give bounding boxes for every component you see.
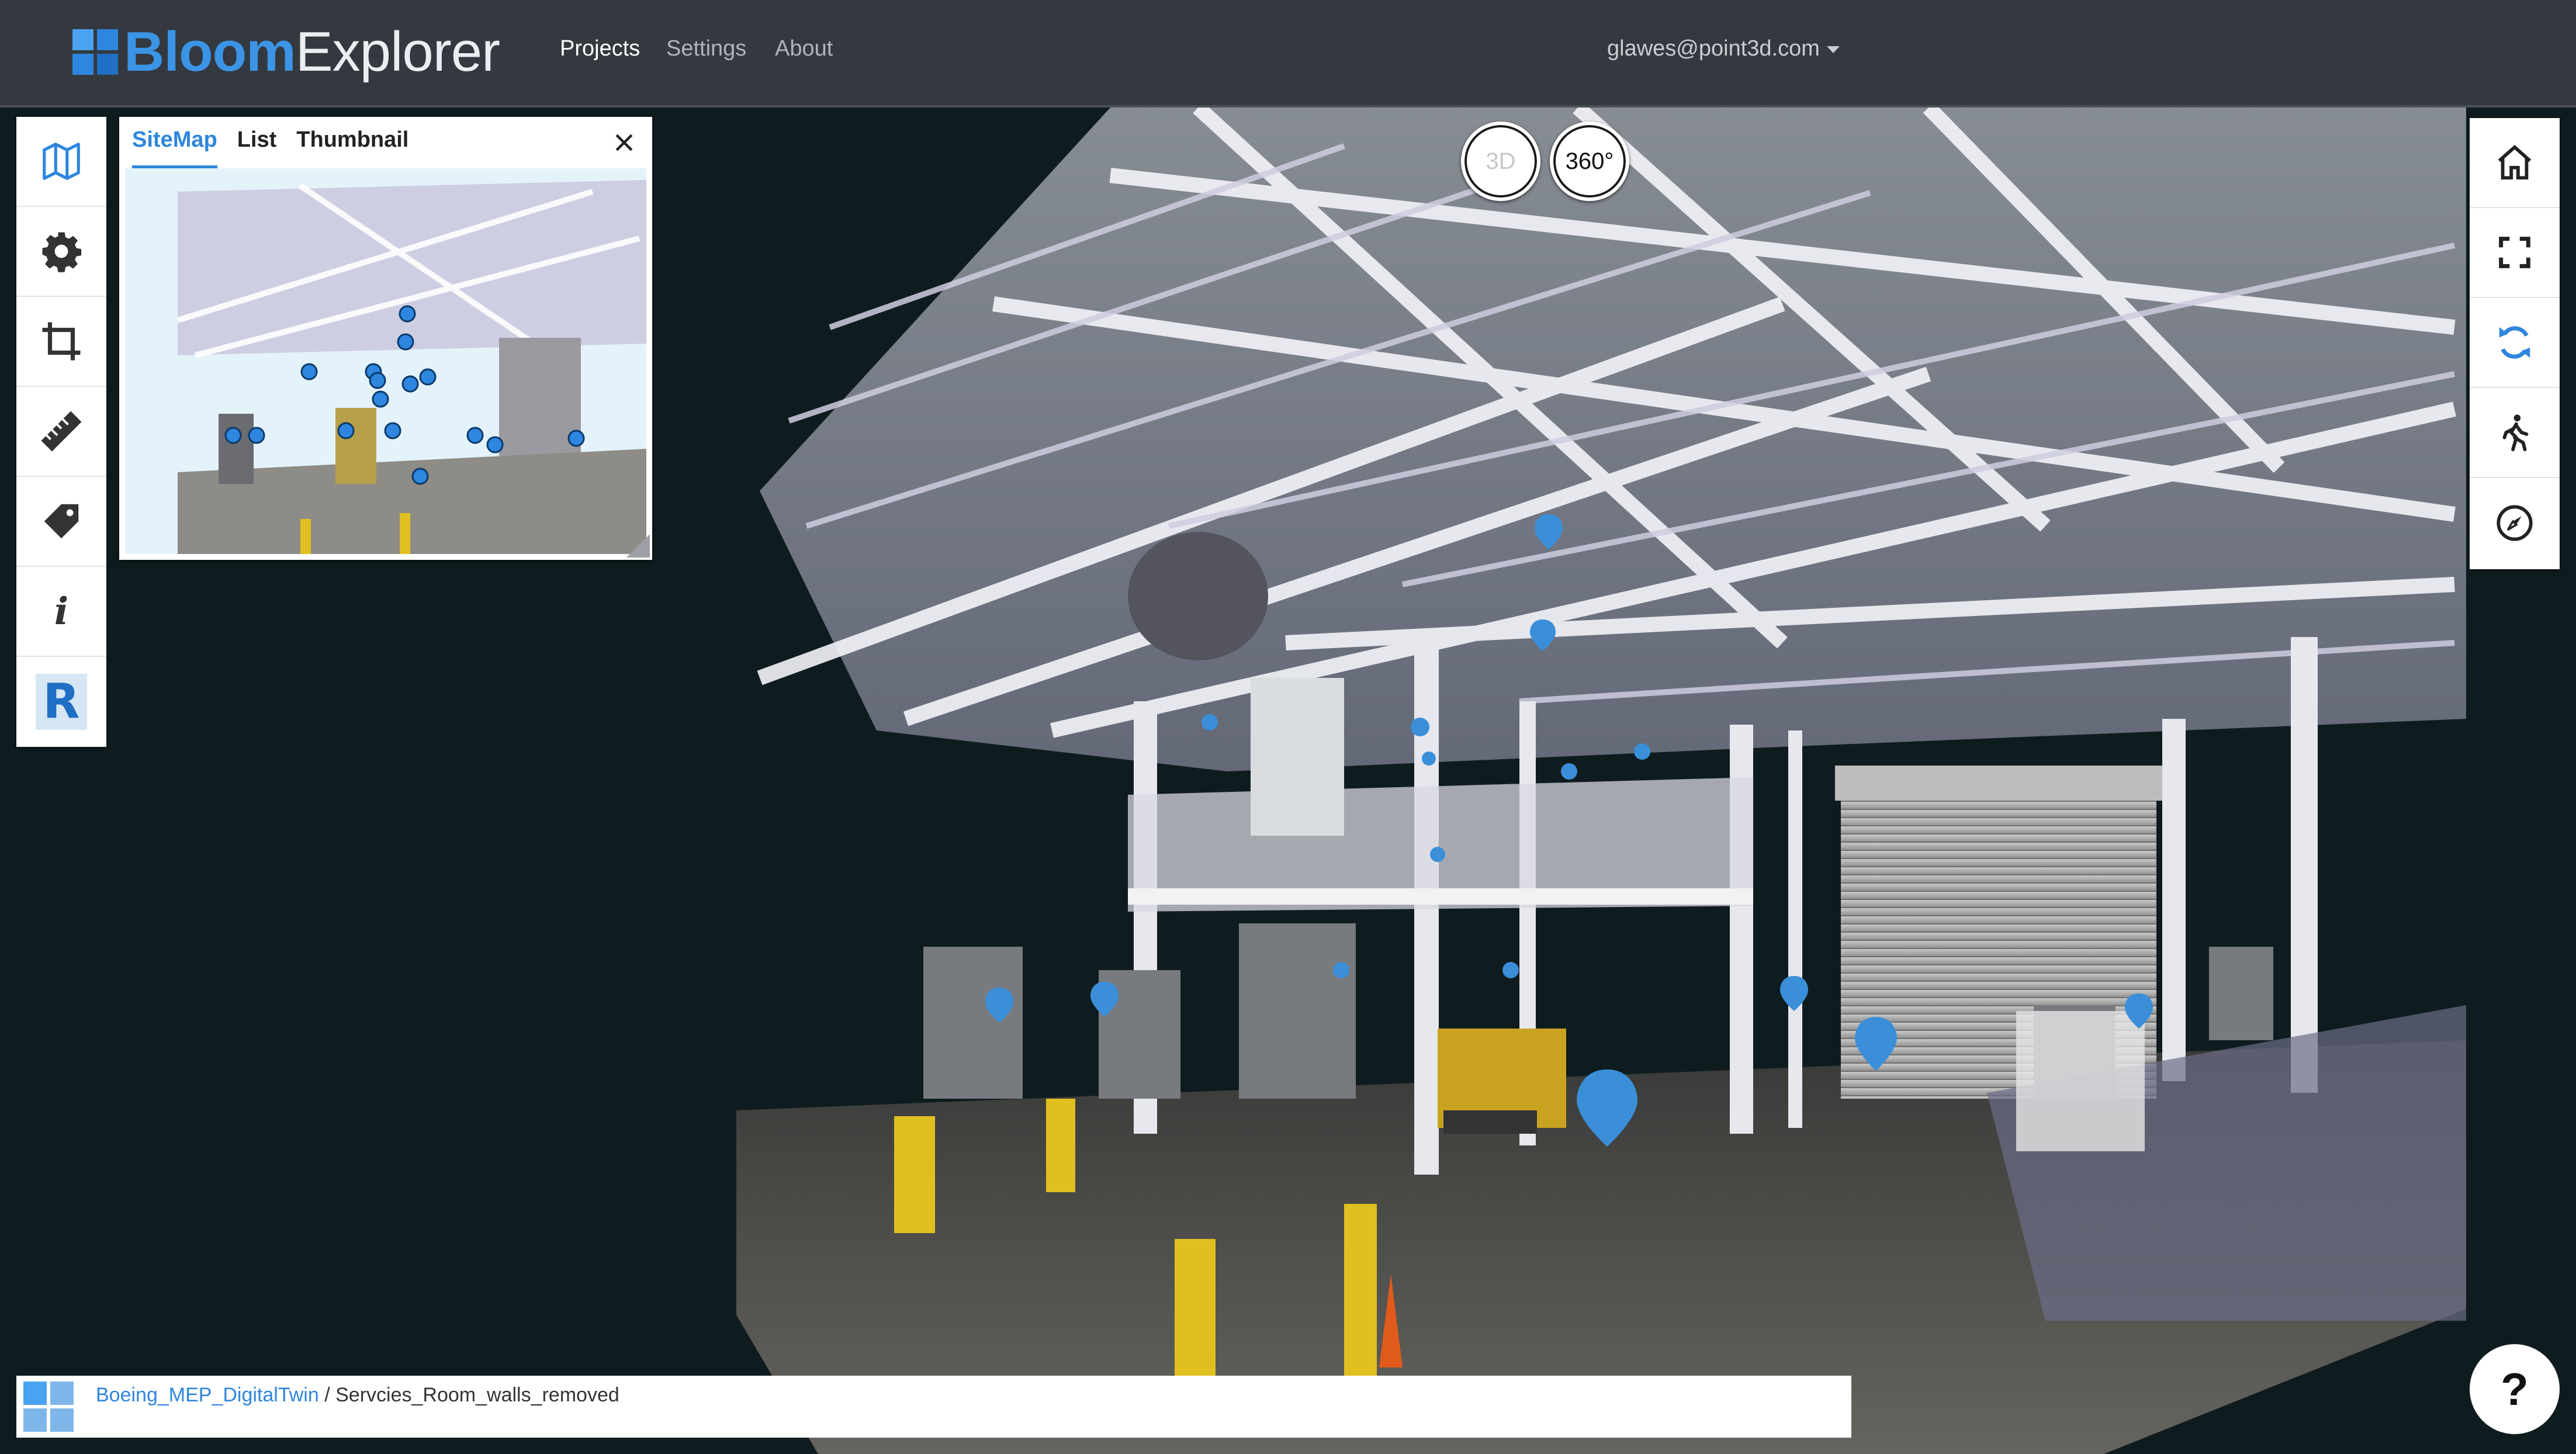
logo-mark-icon xyxy=(72,29,118,75)
crop-tool-button[interactable] xyxy=(16,297,106,387)
resize-grip-icon[interactable] xyxy=(626,534,650,558)
gear-icon xyxy=(42,232,82,272)
right-toolbar xyxy=(2470,118,2560,569)
help-button[interactable]: ? xyxy=(2470,1344,2560,1434)
tab-thumbnail[interactable]: Thumbnail xyxy=(296,125,408,166)
close-icon[interactable] xyxy=(611,130,637,155)
home-icon xyxy=(2498,144,2532,180)
home-view-button[interactable] xyxy=(2470,118,2560,208)
chevron-down-icon xyxy=(1826,46,1840,53)
user-email: glawes@point3d.com xyxy=(1607,36,1820,61)
tab-list[interactable]: List xyxy=(237,125,277,166)
ruler-icon xyxy=(41,411,82,452)
footer-logo-icon[interactable] xyxy=(23,1382,74,1432)
sitemap-tool-button[interactable] xyxy=(16,117,106,207)
compass-button[interactable] xyxy=(2470,478,2560,568)
brand-name-bold: Bloom xyxy=(124,20,296,83)
fullscreen-icon xyxy=(2499,237,2530,268)
map-icon xyxy=(43,143,80,180)
breadcrumb-project-link[interactable]: Boeing_MEP_DigitalTwin xyxy=(96,1384,319,1406)
compass-icon xyxy=(2497,505,2533,541)
fullscreen-button[interactable] xyxy=(2470,208,2560,298)
settings-tool-button[interactable] xyxy=(16,207,106,297)
walk-icon xyxy=(2502,414,2529,452)
left-toolbar: i R xyxy=(16,117,106,747)
measure-tool-button[interactable] xyxy=(16,387,106,477)
crop-icon xyxy=(42,322,81,361)
mode-3d-button[interactable]: 3D xyxy=(1461,122,1540,201)
breadcrumb: Boeing_MEP_DigitalTwin / Servcies_Room_w… xyxy=(96,1384,619,1407)
walk-mode-button[interactable] xyxy=(2470,388,2560,478)
tag-icon xyxy=(44,504,79,539)
mode-360-button[interactable]: 360° xyxy=(1550,122,1629,201)
sitemap-tabs: SiteMap List Thumbnail xyxy=(132,125,428,168)
nav-settings-link[interactable]: Settings xyxy=(666,36,746,61)
breadcrumb-bar: Boeing_MEP_DigitalTwin / Servcies_Room_w… xyxy=(16,1376,1851,1438)
top-navbar: Bloom Explorer Projects Settings About gl… xyxy=(0,0,2576,108)
sitemap-thumbnail-view[interactable] xyxy=(125,168,646,554)
revit-icon: R xyxy=(36,674,87,730)
breadcrumb-separator: / xyxy=(324,1384,330,1406)
sync-view-button[interactable] xyxy=(2470,298,2560,388)
user-menu-dropdown[interactable]: glawes@point3d.com xyxy=(1607,36,1840,61)
breadcrumb-scene-name: Servcies_Room_walls_removed xyxy=(335,1384,619,1406)
brand-name-light: Explorer xyxy=(295,20,500,83)
app-logo[interactable]: Bloom Explorer xyxy=(72,20,500,84)
sitemap-panel: SiteMap List Thumbnail xyxy=(119,117,652,560)
tab-sitemap[interactable]: SiteMap xyxy=(132,125,217,168)
sync-icon xyxy=(2499,326,2530,359)
info-tool-button[interactable]: i xyxy=(16,567,106,657)
revit-tool-button[interactable]: R xyxy=(16,657,106,747)
info-icon: i xyxy=(54,589,69,633)
nav-projects-link[interactable]: Projects xyxy=(560,36,640,61)
tag-tool-button[interactable] xyxy=(16,477,106,567)
nav-about-link[interactable]: About xyxy=(775,36,833,61)
